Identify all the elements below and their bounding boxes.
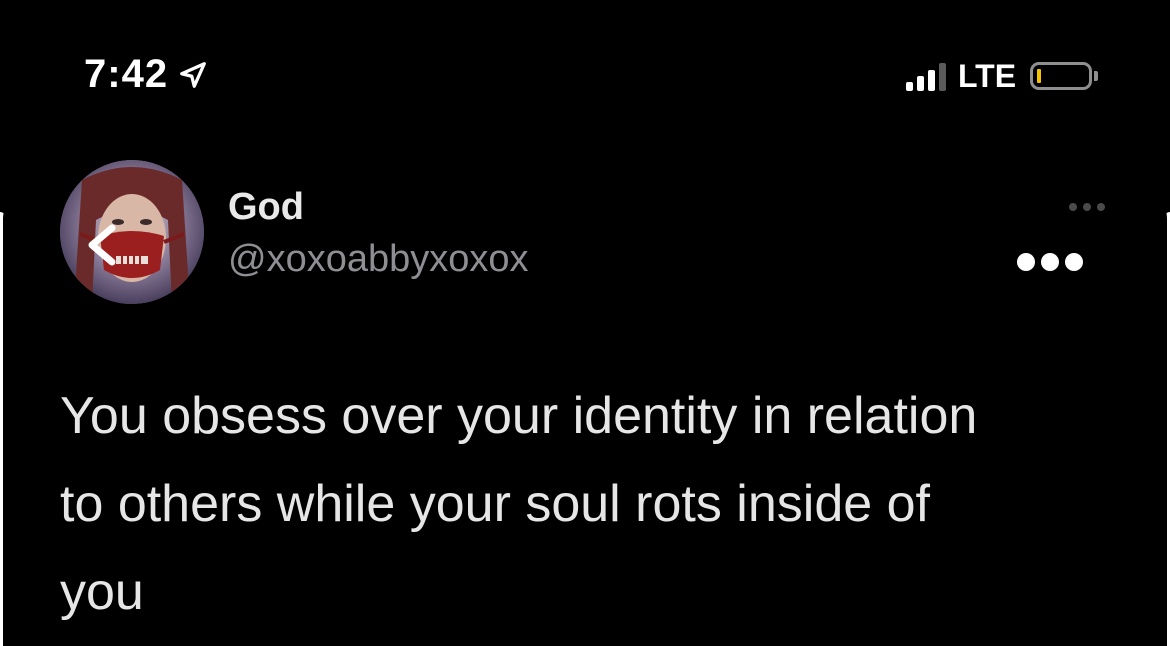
location-arrow-icon (180, 61, 206, 88)
network-type-label: LTE (958, 57, 1017, 94)
ellipsis-icon[interactable] (1014, 250, 1086, 274)
battery-level (1037, 69, 1042, 83)
chevron-left-icon[interactable] (82, 222, 122, 268)
battery-tip (1094, 71, 1099, 81)
status-indicators: LTE (906, 56, 1099, 96)
status-time-label: 7:42 (84, 52, 169, 96)
status-time: 7:42 (84, 52, 208, 97)
author-handle[interactable]: @xoxoabbyxoxox (228, 238, 529, 281)
status-bar: 7:42 LTE (0, 0, 1170, 120)
cellular-signal-icon (906, 61, 946, 91)
ellipsis-small-icon (1069, 203, 1105, 211)
tweet-text: You obsess over your identity in relatio… (60, 387, 978, 621)
battery-icon (1030, 62, 1093, 90)
author-display-name[interactable]: God (228, 186, 304, 229)
